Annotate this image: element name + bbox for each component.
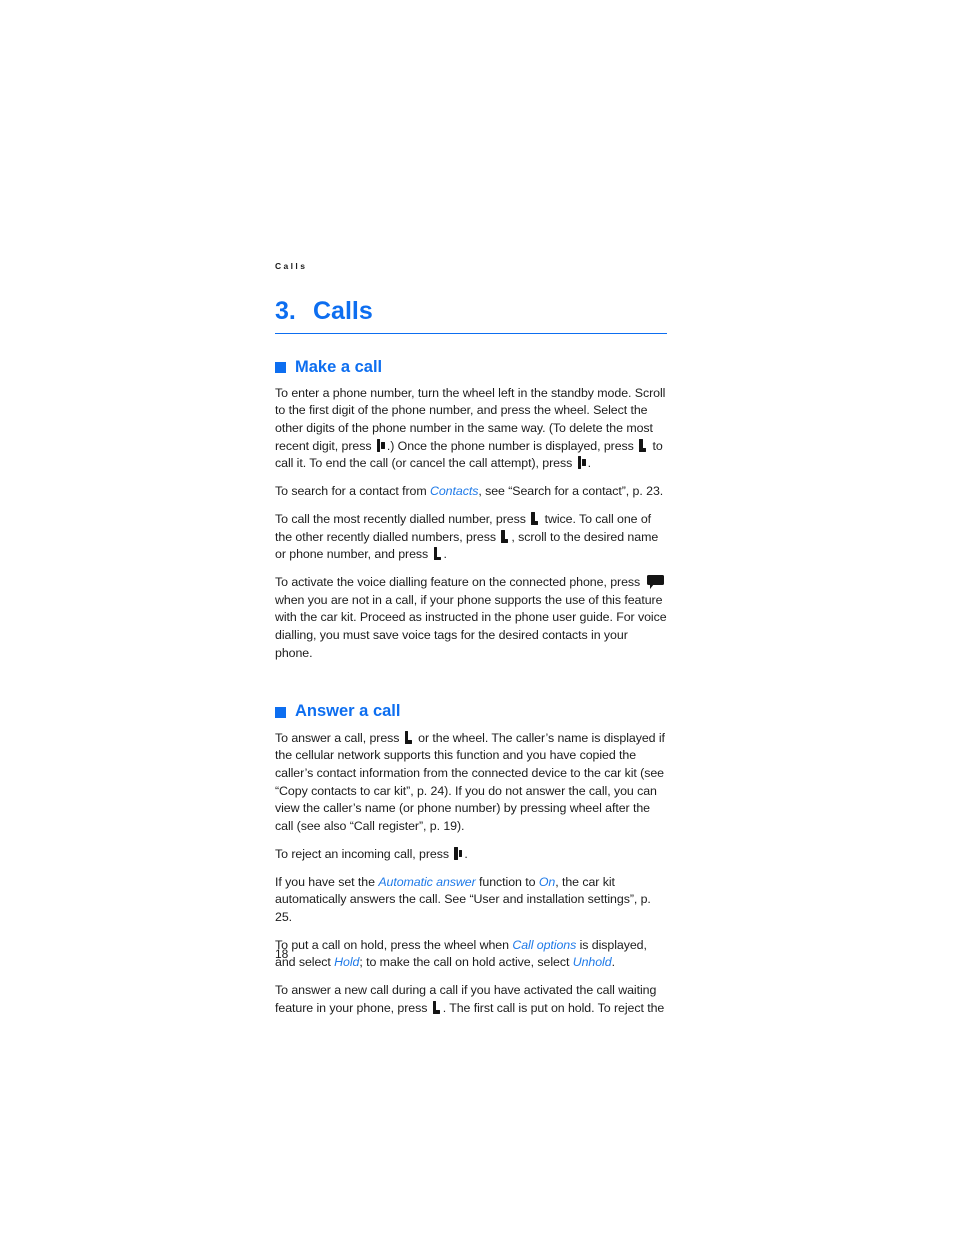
call-key-icon bbox=[404, 730, 412, 744]
running-header: Calls bbox=[275, 261, 308, 271]
chapter-title-text: Calls bbox=[313, 296, 373, 325]
paragraph-answer-call: To answer a call, press or the wheel. Th… bbox=[275, 730, 667, 836]
call-key-icon bbox=[531, 511, 539, 525]
sections-container: Make a call To enter a phone number, turn… bbox=[275, 358, 667, 1018]
paragraph-text: To put a call on hold, press the wheel w… bbox=[275, 937, 513, 952]
blue-square-bullet bbox=[275, 362, 286, 374]
voice-key-icon bbox=[646, 574, 664, 590]
section-title-text: Make a call bbox=[295, 357, 383, 376]
paragraph-text: If you have set the bbox=[275, 874, 379, 889]
ui-term: On bbox=[538, 874, 556, 889]
ui-term: Unhold bbox=[572, 955, 612, 970]
paragraph-call-waiting: To answer a new call during a call if yo… bbox=[275, 982, 667, 1017]
paragraph-text: ; to make the call on hold active, selec… bbox=[359, 955, 573, 970]
paragraph-text: To activate the voice dialling feature o… bbox=[275, 574, 644, 589]
ui-term: Automatic answer bbox=[378, 874, 476, 889]
end-call-key-icon bbox=[454, 846, 463, 860]
paragraph-text: , see “Search for a contact”, p. 23. bbox=[478, 484, 664, 499]
call-key-icon bbox=[432, 1000, 440, 1014]
call-key-icon bbox=[639, 438, 647, 452]
paragraph-text: function to bbox=[475, 874, 539, 889]
ui-term: Call options bbox=[512, 937, 577, 952]
call-key-icon bbox=[501, 529, 509, 543]
paragraph-text: .) Once the phone number is displayed, p… bbox=[386, 438, 638, 453]
end-call-key-icon bbox=[376, 438, 385, 452]
paragraph-text: . bbox=[443, 547, 447, 562]
paragraph-text: To call the most recently dialled number… bbox=[275, 511, 530, 526]
paragraph-hold-call: To put a call on hold, press the wheel w… bbox=[275, 937, 667, 972]
paragraph-text: To reject an incoming call, press bbox=[275, 846, 453, 861]
section-heading-make-a-call: Make a call bbox=[275, 358, 667, 376]
paragraph-text: . bbox=[611, 955, 615, 970]
section-title-text: Answer a call bbox=[295, 702, 401, 721]
chapter-number: 3. bbox=[275, 296, 296, 325]
ui-term: Contacts bbox=[429, 484, 479, 499]
paragraph-text: To answer a call, press bbox=[275, 730, 403, 745]
end-call-key-icon bbox=[577, 456, 586, 470]
page-content: Calls 3. Calls Make a call To enter a phon… bbox=[275, 262, 667, 1017]
paragraph-enter-number: To enter a phone number, turn the wheel … bbox=[275, 385, 667, 474]
paragraph-search-contact: To search for a contact from Contacts, s… bbox=[275, 483, 667, 501]
paragraph-recently-dialled: To call the most recently dialled number… bbox=[275, 511, 667, 564]
page-title: 3. Calls bbox=[275, 296, 667, 325]
paragraph-text: . bbox=[464, 846, 468, 861]
paragraph-text: or the wheel. The caller’s name is displ… bbox=[275, 730, 665, 834]
paragraph-voice-dialling: To activate the voice dialling feature o… bbox=[275, 574, 667, 663]
call-key-icon bbox=[433, 547, 441, 561]
paragraph-text: . bbox=[587, 456, 591, 471]
blue-square-bullet bbox=[275, 707, 286, 719]
page-number: 18 bbox=[275, 947, 289, 961]
section-heading-answer-a-call: Answer a call bbox=[275, 702, 667, 720]
paragraph-automatic-answer: If you have set the Automatic answer fun… bbox=[275, 874, 667, 927]
chapter-title-rule bbox=[275, 332, 667, 334]
paragraph-text: when you are not in a call, if your phon… bbox=[275, 592, 667, 660]
paragraph-reject-call: To reject an incoming call, press . bbox=[275, 846, 667, 864]
paragraph-text: To search for a contact from bbox=[275, 484, 430, 499]
paragraph-text: . The first call is put on hold. To reje… bbox=[442, 1000, 665, 1015]
ui-term: Hold bbox=[334, 955, 360, 970]
